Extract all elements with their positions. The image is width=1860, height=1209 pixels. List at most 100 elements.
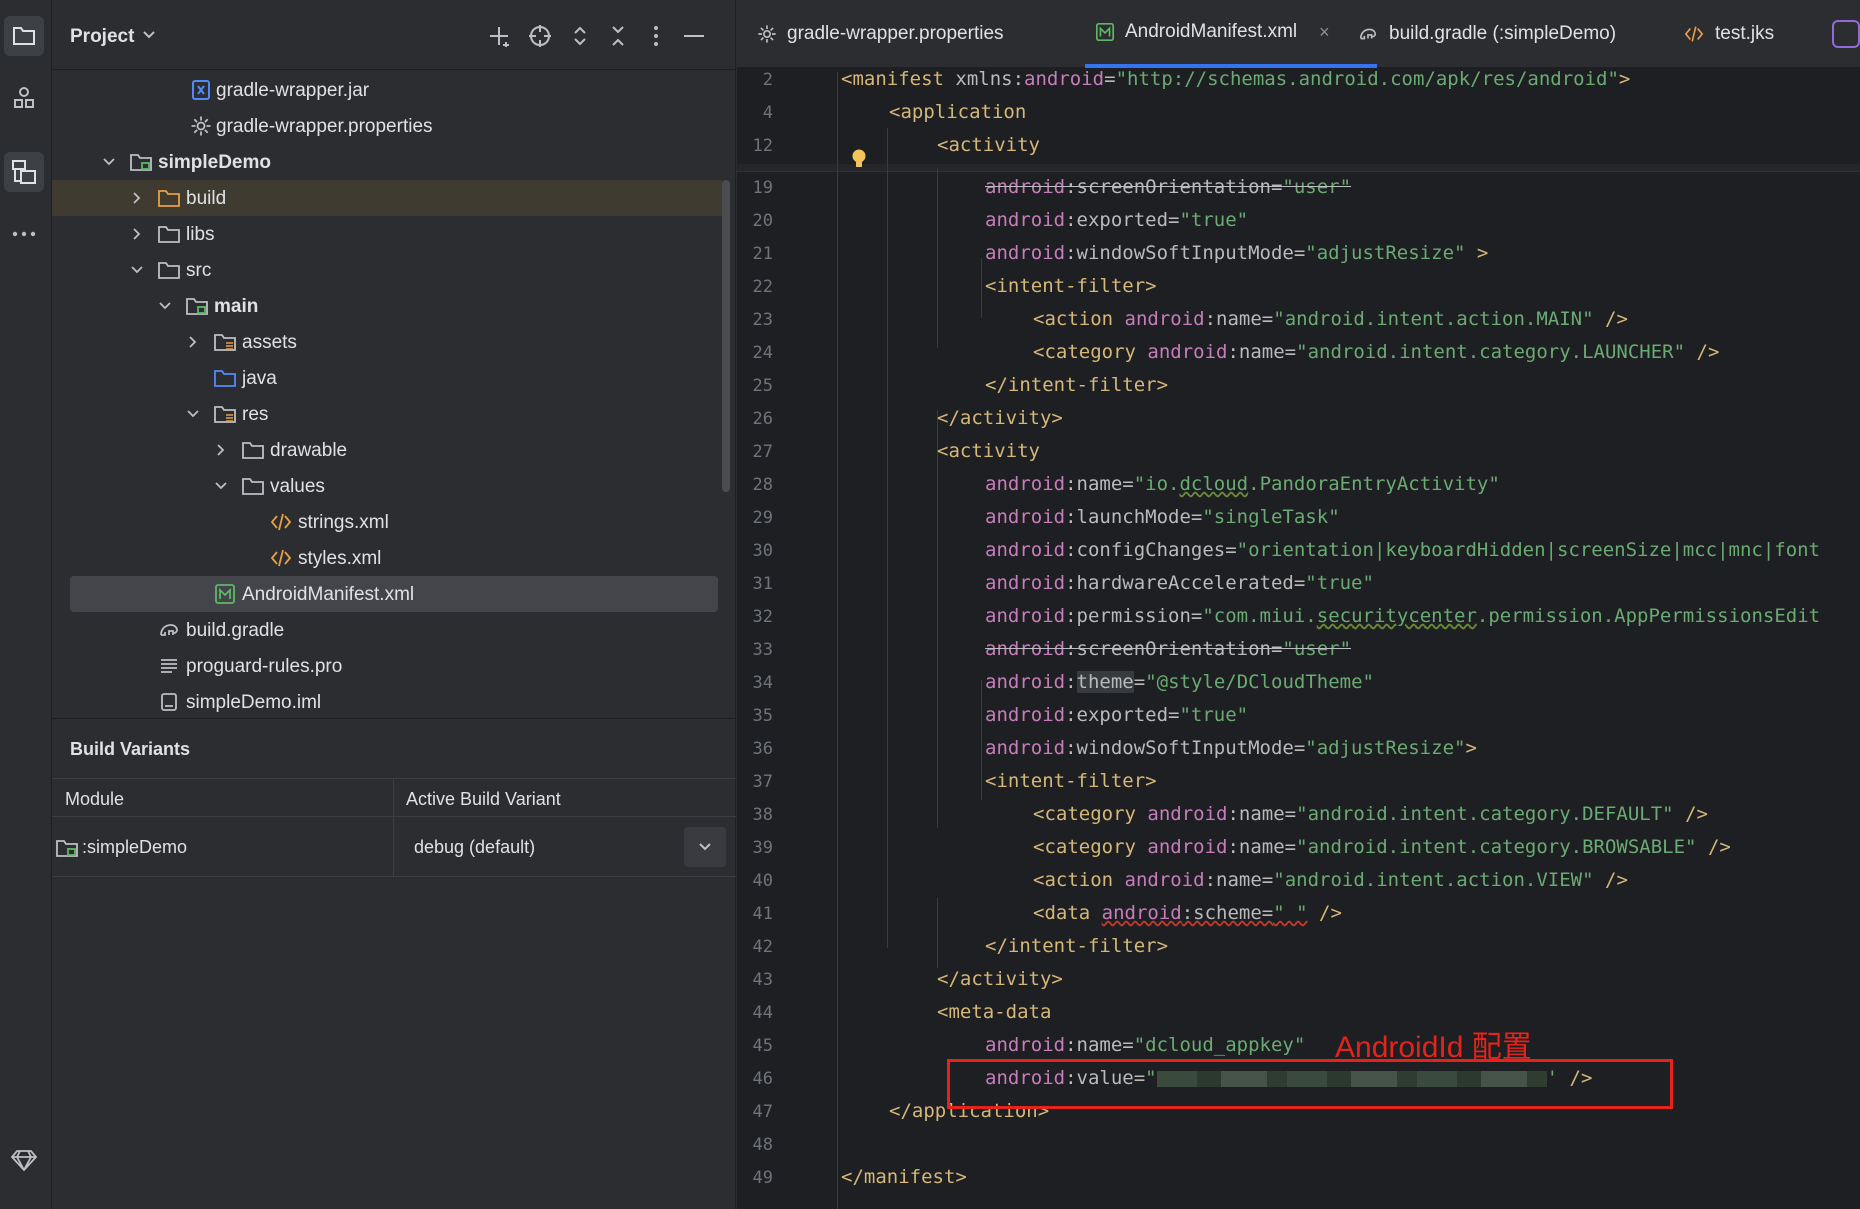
locate-icon[interactable]: [526, 22, 554, 50]
chevron-right-icon[interactable]: [130, 227, 144, 241]
tree-item-values[interactable]: values: [52, 468, 722, 504]
line-number: 41: [752, 904, 773, 924]
tab-label: gradle-wrapper.properties: [787, 23, 1004, 44]
tree-item-label: drawable: [270, 440, 348, 461]
build-variant-select[interactable]: debug (default): [394, 817, 736, 877]
line-number: 42: [752, 937, 773, 957]
code-line-49: </manifest>: [841, 1166, 967, 1188]
more-tools-icon[interactable]: [4, 214, 44, 254]
build-variants-icon[interactable]: [4, 152, 44, 192]
tree-item-assets[interactable]: assets: [52, 324, 722, 360]
chevron-down-icon[interactable]: [214, 479, 228, 493]
expand-all-icon[interactable]: [566, 22, 594, 50]
tree-item-java[interactable]: java: [52, 360, 722, 396]
tree-item-label: res: [242, 404, 269, 425]
tree-item-styles-xml[interactable]: styles.xml: [52, 540, 722, 576]
chevron-right-icon[interactable]: [214, 443, 228, 457]
chevron-right-icon[interactable]: [186, 335, 200, 349]
manifest-icon: [215, 584, 235, 604]
code-line-2: <manifest xmlns:android="http://schemas.…: [841, 68, 1631, 90]
code-line-43: </activity>: [937, 968, 1063, 990]
chevron-down-icon[interactable]: [142, 30, 156, 40]
close-icon[interactable]: ×: [1319, 22, 1330, 43]
annotation-label: AndroidId 配置: [1335, 1031, 1532, 1064]
tree-item-label: AndroidManifest.xml: [242, 584, 415, 605]
hide-panel-icon[interactable]: [680, 22, 708, 50]
structure-icon[interactable]: [4, 78, 44, 118]
code-line-37: <intent-filter>: [985, 770, 1157, 792]
options-icon[interactable]: [642, 22, 670, 50]
line-number: 27: [752, 442, 773, 462]
tree-scrollbar[interactable]: [722, 180, 730, 492]
tree-item-drawable[interactable]: drawable: [52, 432, 722, 468]
tree-item-proguard-rules[interactable]: proguard-rules.pro: [52, 648, 722, 684]
tree-item-label: simpleDemo.iml: [186, 692, 322, 713]
tab-test-jks[interactable]: test.jks: [1683, 0, 1774, 68]
folder-icon: [158, 190, 180, 207]
tab-androidmanifest-xml[interactable]: AndroidManifest.xml ×: [1085, 0, 1377, 68]
code-line-23: <action android:name="android.intent.act…: [1033, 308, 1628, 330]
code-line-33: android:screenOrientation="user": [985, 638, 1352, 660]
chevron-right-icon[interactable]: [130, 191, 144, 205]
gem-icon[interactable]: [4, 1140, 44, 1180]
tree-item-label: simpleDemo: [158, 152, 271, 173]
line-number: 28: [752, 475, 773, 495]
tree-item-label: java: [242, 368, 277, 389]
lightbulb-icon[interactable]: [851, 148, 867, 172]
chevron-down-icon[interactable]: [158, 299, 172, 313]
attr-value: "adjustResize": [1305, 242, 1466, 264]
code-line-45: android:name="dcloud_appkey": [985, 1034, 1306, 1056]
line-number: 24: [752, 343, 773, 363]
overflow-tab-icon[interactable]: [1832, 20, 1860, 48]
attr-value: "user": [1282, 176, 1352, 198]
line-number: 4: [762, 103, 773, 123]
code-file-icon: [1683, 24, 1705, 44]
tree-item-label: main: [214, 296, 259, 317]
code-line-35: android:exported="true": [985, 704, 1249, 726]
variant-dropdown-button[interactable]: [684, 827, 726, 867]
tab-gradle-wrapper-properties[interactable]: gradle-wrapper.properties: [757, 0, 1004, 68]
collapse-all-icon[interactable]: [604, 22, 632, 50]
chevron-down-icon[interactable]: [102, 155, 116, 169]
tree-item-build-gradle[interactable]: build.gradle: [52, 612, 722, 648]
attr-value: "io.: [1133, 473, 1180, 495]
attr-value: .permission.AppPermissionsEdit: [1476, 605, 1821, 627]
project-folder-icon[interactable]: [4, 16, 44, 56]
tree-item-main[interactable]: main: [52, 288, 722, 324]
attr-value: "android.intent.action.VIEW": [1273, 869, 1594, 891]
tab-build-gradle[interactable]: build.gradle (:simpleDemo): [1357, 0, 1616, 68]
code-line-29: android:launchMode="singleTask": [985, 506, 1340, 528]
code-line-28: android:name="io.dcloud.PandoraEntryActi…: [985, 473, 1500, 495]
tree-item-simpledemo-iml[interactable]: simpleDemo.iml: [52, 684, 722, 720]
tree-item-src[interactable]: src: [52, 252, 722, 288]
code-line-44: <meta-data: [937, 1001, 1052, 1023]
project-view-selector[interactable]: Project: [70, 26, 134, 48]
tree-item-build[interactable]: build: [52, 180, 722, 216]
module-folder-icon: [56, 840, 78, 857]
code-area[interactable]: <manifest xmlns:android="http://schemas.…: [737, 68, 1860, 1209]
folder-icon: [158, 226, 180, 243]
attr-value: "android.intent.category.LAUNCHER": [1296, 341, 1686, 363]
line-number: 46: [752, 1069, 773, 1089]
column-header-active-build-variant[interactable]: Active Build Variant: [394, 779, 736, 817]
gradle-icon: [1357, 24, 1379, 44]
tree-item-androidmanifest-xml[interactable]: AndroidManifest.xml: [70, 576, 718, 612]
resource-folder-icon: [214, 406, 236, 423]
tree-item-gradle-wrapper-jar[interactable]: gradle-wrapper.jar: [52, 72, 722, 108]
tree-item-simpledemo[interactable]: simpleDemo: [52, 144, 722, 180]
chevron-down-icon[interactable]: [130, 263, 144, 277]
chevron-down-icon[interactable]: [186, 407, 200, 421]
code-line-42: </intent-filter>: [985, 935, 1169, 957]
code-line-19: android:screenOrientation="user": [985, 176, 1352, 198]
column-header-module[interactable]: Module: [52, 779, 394, 817]
tree-item-res[interactable]: res: [52, 396, 722, 432]
xmlns-value: "http://schemas.android.com/apk/res/andr…: [1115, 68, 1619, 90]
tree-item-label: styles.xml: [298, 548, 382, 569]
tab-label: AndroidManifest.xml: [1125, 21, 1298, 42]
tree-item-label: values: [270, 476, 325, 497]
tree-item-libs[interactable]: libs: [52, 216, 722, 252]
tree-item-strings-xml[interactable]: strings.xml: [52, 504, 722, 540]
tree-item-gradle-wrapper-properties[interactable]: gradle-wrapper.properties: [52, 108, 722, 144]
add-icon[interactable]: [486, 22, 514, 50]
indent-guide: [937, 168, 938, 348]
